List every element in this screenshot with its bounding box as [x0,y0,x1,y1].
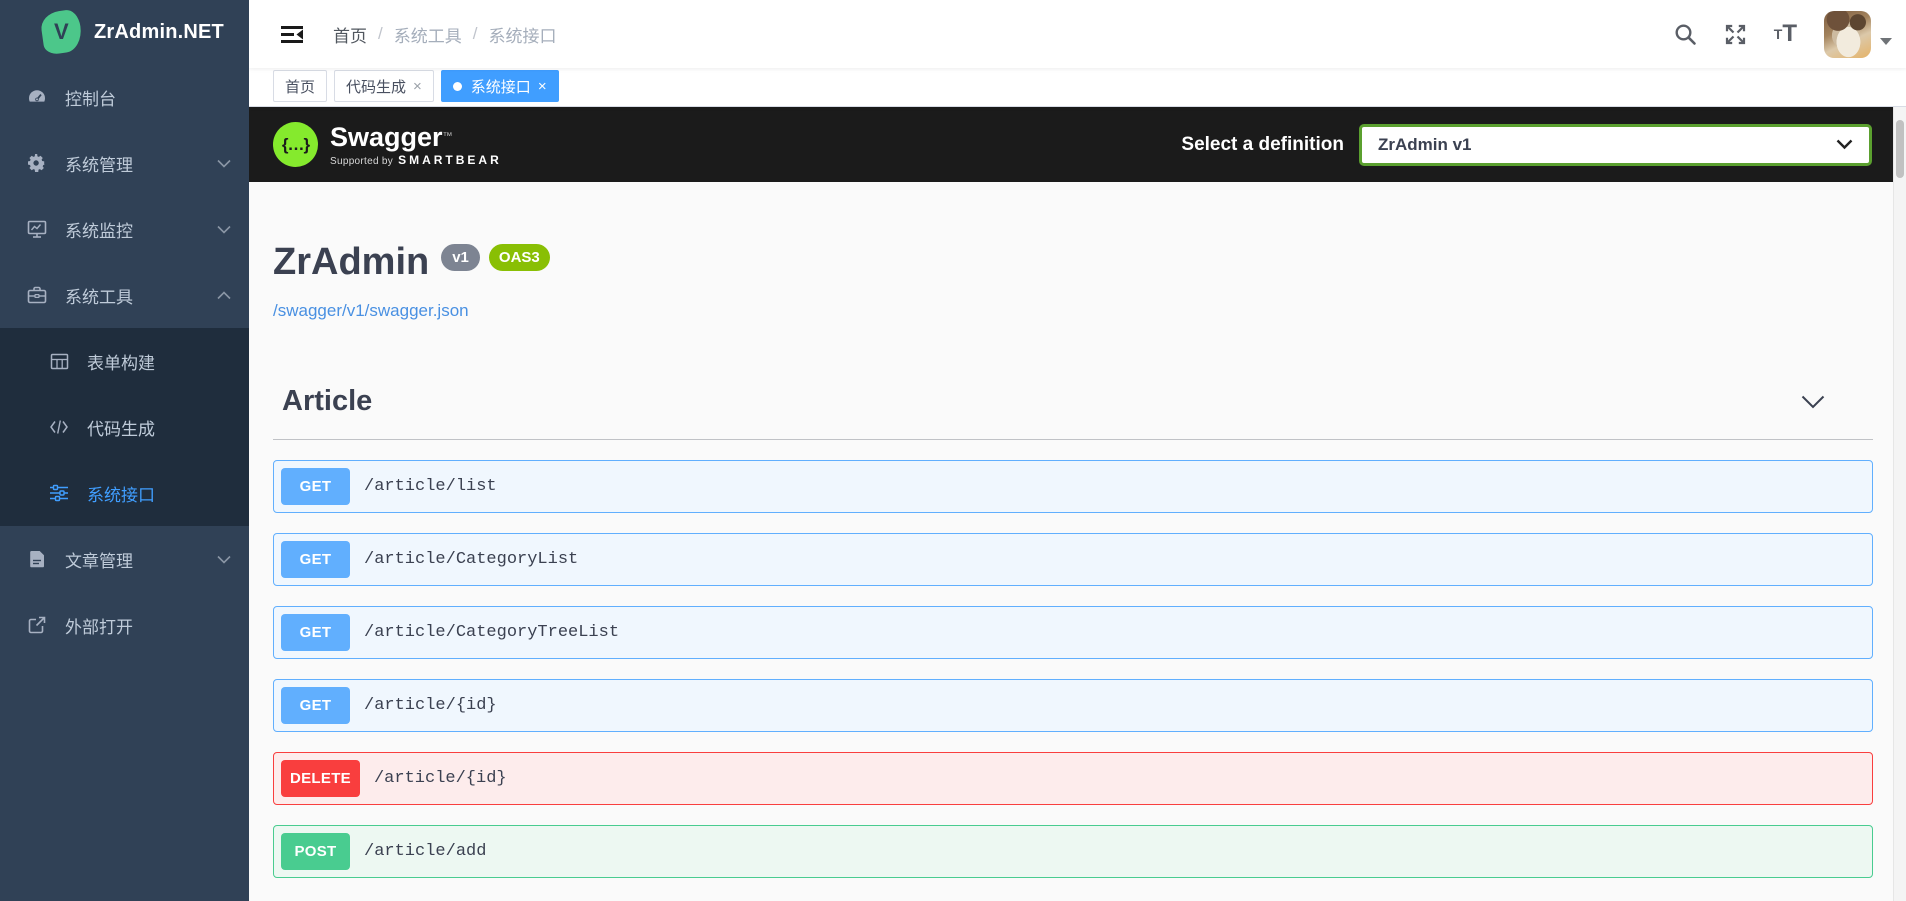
gear-icon [26,152,48,174]
monitor-icon [26,218,48,240]
swagger-logo-icon: {…} [273,122,318,167]
breadcrumb-home[interactable]: 首页 [333,22,367,47]
breadcrumb: 首页 / 系统工具 / 系统接口 [333,22,556,47]
endpoint-path: /article/{id} [364,696,497,715]
tag-section-title: Article [282,385,373,417]
endpoint-row[interactable]: POST /article/add [273,825,1873,878]
chevron-down-icon[interactable] [1801,395,1825,409]
sidebar: V ZrAdmin.NET 控制台 系统管理 系统监控 系统工具 表单构建 代码… [0,0,249,901]
app-logo[interactable]: V ZrAdmin.NET [0,0,249,64]
main-area: 首页 / 系统工具 / 系统接口 TT 首页 代码生成 × 系统接口 × {…}… [249,0,1906,901]
swagger-logo: {…} Swagger™ Supported by SMARTBEAR [273,122,502,167]
method-badge: GET [281,614,350,651]
avatar[interactable] [1824,10,1871,58]
sidebar-item-system-manage[interactable]: 系统管理 [0,130,249,196]
method-badge: GET [281,687,350,724]
swagger-topbar: {…} Swagger™ Supported by SMARTBEAR Selec… [249,107,1893,182]
sliders-icon [48,482,70,504]
endpoint-path: /article/{id} [373,769,507,788]
navbar-actions: TT [1647,10,1892,58]
tab-label: 代码生成 [346,78,407,96]
document-icon [26,548,48,570]
font-size-icon[interactable]: TT [1774,20,1797,48]
breadcrumb-separator: / [378,24,383,43]
endpoint-row[interactable]: GET /article/{id} [273,679,1873,732]
close-icon[interactable]: × [413,79,422,94]
sidebar-item-code-gen[interactable]: 代码生成 [0,394,249,460]
sidebar-collapse-icon[interactable] [280,24,304,45]
sidebar-item-system-monitor[interactable]: 系统监控 [0,196,249,262]
tab-code-gen[interactable]: 代码生成 × [334,70,434,102]
api-info: ZrAdmin v1 OAS3 /swagger/v1/swagger.json [273,182,1893,321]
caret-down-icon [1880,37,1892,45]
sidebar-item-system-tools[interactable]: 系统工具 [0,262,249,328]
swagger-brand-name: Swagger™ [330,121,453,152]
app-title: ZrAdmin.NET [94,20,224,43]
chevron-down-icon [217,225,231,234]
breadcrumb-system-tools: 系统工具 [393,26,462,46]
tab-label: 首页 [285,78,316,96]
breadcrumb-system-api: 系统接口 [488,26,557,46]
api-title: ZrAdmin [273,241,430,283]
endpoint-row[interactable]: GET /article/CategoryTreeList [273,606,1873,659]
chevron-down-icon [217,159,231,168]
toolbox-icon [26,284,48,306]
font-size-large-t: T [1782,20,1797,47]
font-size-small-t: T [1773,26,1783,42]
sidebar-menu: 控制台 系统管理 系统监控 系统工具 表单构建 代码生成 系统接口 文章管理 外… [0,64,249,658]
chevron-down-icon [217,555,231,564]
chevron-down-icon [1836,139,1853,150]
definition-select-value: ZrAdmin v1 [1378,134,1472,154]
sidebar-submenu-system-tools: 表单构建 代码生成 系统接口 [0,328,249,526]
user-menu[interactable] [1824,10,1892,58]
active-tab-dot [452,81,462,91]
sidebar-item-form-builder[interactable]: 表单构建 [0,328,249,394]
endpoint-path: /article/CategoryList [364,550,579,569]
endpoint-row[interactable]: GET /article/list [273,460,1873,513]
tab-home[interactable]: 首页 [273,70,328,102]
sidebar-item-article-manage[interactable]: 文章管理 [0,526,249,592]
dashboard-icon [26,86,48,108]
tab-system-api[interactable]: 系统接口 × [440,70,559,102]
tags-view-bar: 首页 代码生成 × 系统接口 × [249,68,1906,107]
breadcrumb-separator: / [472,24,478,43]
spec-url-link[interactable]: /swagger/v1/swagger.json [273,301,469,321]
tag-section-header[interactable]: Article [273,385,1873,440]
endpoint-path: /article/CategoryTreeList [364,623,620,642]
scrollbar-thumb[interactable] [1896,120,1904,178]
sidebar-item-system-api[interactable]: 系统接口 [0,460,249,526]
method-badge: GET [281,541,350,578]
method-badge: DELETE [281,760,360,797]
endpoint-path: /article/list [364,477,497,496]
logo-icon: V [39,8,84,56]
endpoint-path: /article/add [364,842,487,861]
endpoint-row[interactable]: GET /article/CategoryList [273,533,1873,586]
method-badge: GET [281,468,350,505]
chevron-up-icon [217,290,231,300]
sidebar-item-external-open[interactable]: 外部打开 [0,592,249,658]
swagger-supported-by: Supported by SMARTBEAR [330,152,502,167]
code-icon [48,416,70,438]
table-icon [48,350,70,372]
tab-label: 系统接口 [470,78,531,96]
external-link-icon [26,614,48,636]
endpoint-row[interactable]: DELETE /article/{id} [273,752,1873,805]
method-badge: POST [281,833,350,870]
definition-select[interactable]: ZrAdmin v1 [1359,123,1872,166]
version-badge: v1 [441,243,480,271]
top-navbar: 首页 / 系统工具 / 系统接口 TT [249,0,1906,68]
search-icon[interactable] [1674,23,1697,46]
swagger-content: ZrAdmin v1 OAS3 /swagger/v1/swagger.json… [249,182,1893,901]
scrollbar-track[interactable] [1893,107,1906,901]
close-icon[interactable]: × [538,79,547,94]
oas3-badge: OAS3 [488,243,550,271]
sidebar-item-dashboard[interactable]: 控制台 [0,64,249,130]
select-definition-label: Select a definition [1181,133,1344,155]
fullscreen-icon[interactable] [1724,23,1747,46]
tag-section-article: Article GET /article/list GET /article/C… [273,385,1873,878]
